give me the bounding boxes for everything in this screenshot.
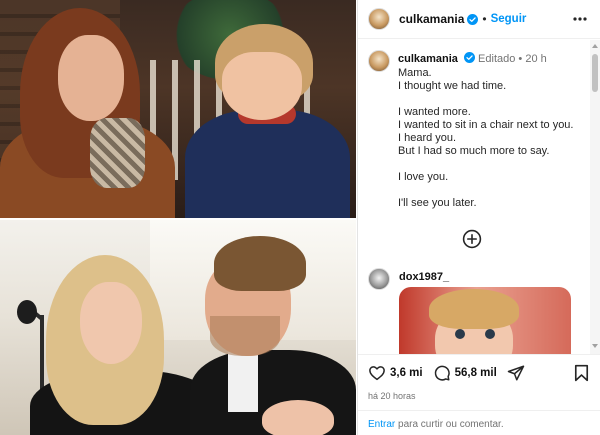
post-timestamp: há 20 horas xyxy=(368,391,416,401)
caption-line: I heard you. xyxy=(398,132,457,144)
post-actions: 3,6 mi 56,8 mil há 20 horas Entrar para … xyxy=(358,354,600,435)
commenter-username[interactable]: dox1987_ xyxy=(399,271,449,283)
caption-author-avatar[interactable] xyxy=(368,50,390,72)
login-prompt-text: para curtir ou comentar. xyxy=(395,419,504,430)
caption-text: Mama. I thought we had time. I wanted mo… xyxy=(398,67,598,210)
verified-badge-icon xyxy=(467,13,479,25)
caption-line: I thought we had time. xyxy=(398,80,507,92)
scrollbar-thumb[interactable] xyxy=(592,54,598,92)
comment-image[interactable] xyxy=(399,287,571,354)
like-button[interactable]: 3,6 mi xyxy=(368,364,423,382)
photo-mother-and-son-event xyxy=(0,220,356,435)
photo-mother-and-son-film-still xyxy=(0,0,356,218)
share-paper-plane-icon xyxy=(507,365,525,381)
share-button[interactable] xyxy=(507,364,525,382)
follow-button[interactable]: Seguir xyxy=(491,13,527,25)
bookmark-icon[interactable] xyxy=(573,364,590,382)
caption-header: culkamania Editado • 20 h xyxy=(398,52,547,65)
action-row: 3,6 mi 56,8 mil xyxy=(368,364,535,382)
author-username[interactable]: culkamania xyxy=(399,12,464,26)
caption-line: I wanted to sit in a chair next to you. xyxy=(398,119,574,131)
heart-icon xyxy=(369,366,385,381)
author-avatar[interactable] xyxy=(368,8,390,30)
comment-button[interactable]: 56,8 mil xyxy=(433,364,497,382)
caption-line: Mama. xyxy=(398,67,432,79)
comments-scroll-area[interactable]: culkamania Editado • 20 h Mama. I though… xyxy=(358,40,600,354)
likes-count: 3,6 mi xyxy=(390,367,423,379)
comment-bubble-icon xyxy=(434,365,450,381)
caption-line: I'll see you later. xyxy=(398,197,477,209)
caption-line: I wanted more. xyxy=(398,106,471,118)
caption-line: But I had so much more to say. xyxy=(398,145,550,157)
scroll-down-arrow-icon[interactable] xyxy=(592,344,598,348)
caption-age: 20 h xyxy=(525,53,547,65)
header-separator: • xyxy=(482,12,487,26)
login-prompt: Entrar para curtir ou comentar. xyxy=(358,410,600,435)
plus-circle-icon[interactable] xyxy=(462,229,482,249)
caption-line: I love you. xyxy=(398,171,449,183)
comments-count: 56,8 mil xyxy=(454,367,497,379)
scroll-up-arrow-icon[interactable] xyxy=(592,44,598,48)
commenter-avatar[interactable] xyxy=(368,268,390,290)
caption-username[interactable]: culkamania xyxy=(398,53,458,65)
more-horizontal-icon[interactable] xyxy=(571,10,589,28)
post-header: culkamania • Seguir xyxy=(358,0,600,39)
verified-badge-icon xyxy=(463,52,475,63)
post-side-panel: culkamania • Seguir culkamania Editado • xyxy=(357,0,600,435)
edited-label: Editado xyxy=(478,53,516,65)
login-link[interactable]: Entrar xyxy=(368,419,395,430)
post-media[interactable] xyxy=(0,0,356,435)
caption-dot: • xyxy=(518,53,523,65)
